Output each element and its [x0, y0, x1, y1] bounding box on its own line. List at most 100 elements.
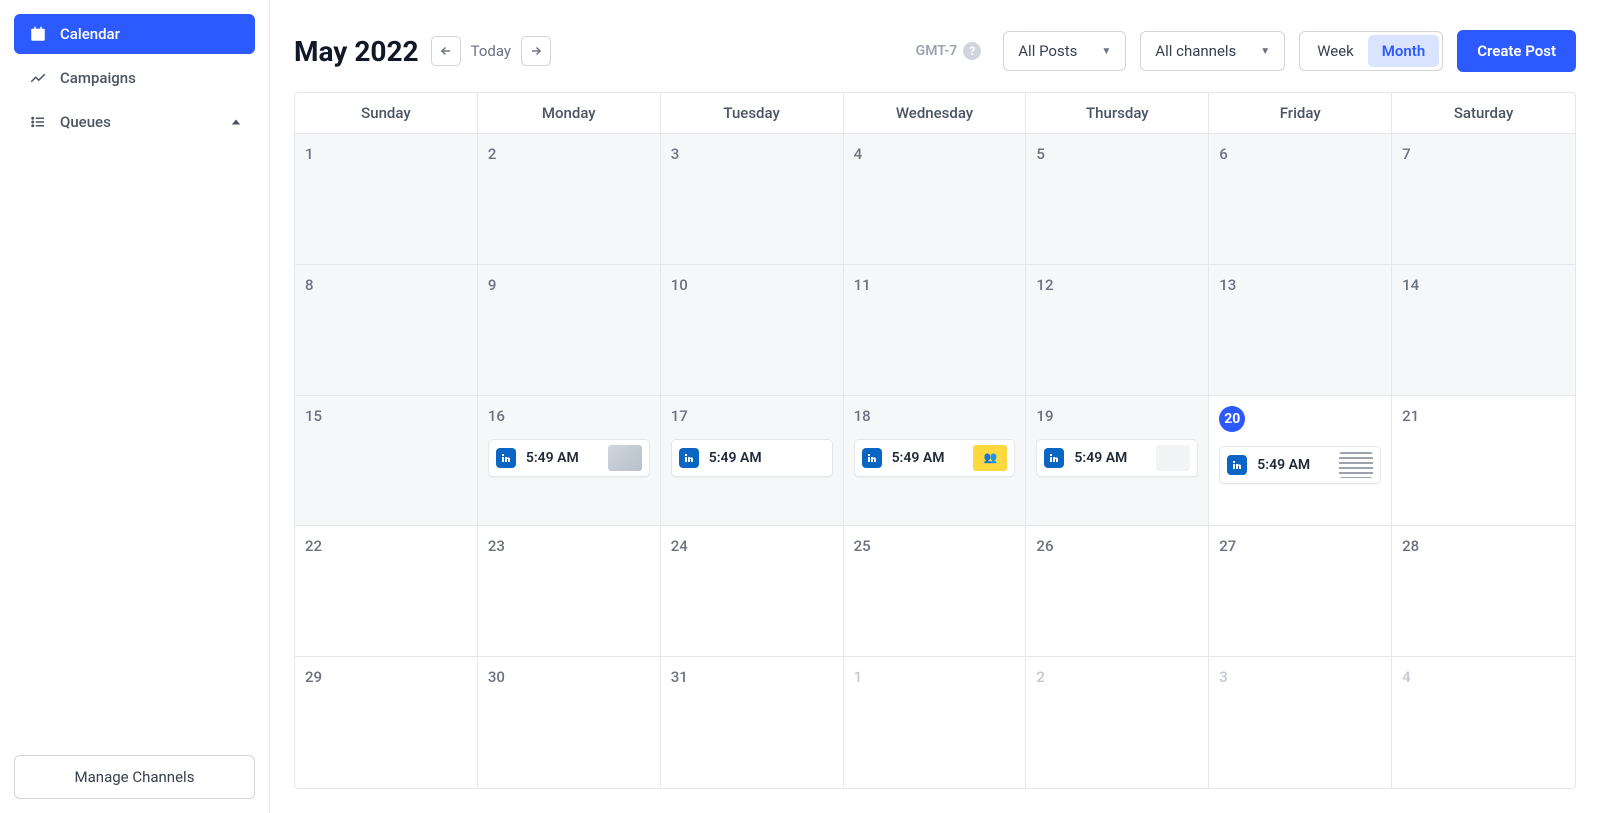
- linkedin-icon: [1227, 455, 1247, 475]
- create-post-button[interactable]: Create Post: [1457, 30, 1576, 72]
- filter-channels-dropdown[interactable]: All channels ▼: [1140, 31, 1285, 71]
- calendar-cell[interactable]: 2: [1026, 657, 1209, 788]
- calendar-cell[interactable]: 28: [1392, 526, 1575, 656]
- calendar-cell[interactable]: 27: [1209, 526, 1392, 656]
- calendar-cell[interactable]: 3: [661, 134, 844, 264]
- today-button[interactable]: Today: [471, 42, 511, 60]
- calendar-cell[interactable]: 205:49 AM: [1209, 396, 1392, 526]
- calendar-date-number: 9: [488, 276, 497, 294]
- calendar-date-number: 27: [1219, 537, 1236, 555]
- scheduled-post[interactable]: 5:49 AM: [1219, 446, 1381, 484]
- calendar-day-name: Friday: [1209, 93, 1392, 133]
- calendar-cell[interactable]: 21: [1392, 396, 1575, 526]
- calendar-date-number: 18: [854, 407, 871, 425]
- next-month-button[interactable]: [521, 36, 551, 66]
- calendar: SundayMondayTuesdayWednesdayThursdayFrid…: [294, 92, 1576, 789]
- calendar-cell[interactable]: 30: [478, 657, 661, 788]
- event-time: 5:49 AM: [892, 450, 974, 466]
- calendar-cell[interactable]: 23: [478, 526, 661, 656]
- chevron-down-icon: ▼: [1260, 46, 1270, 57]
- sidebar-nav: Calendar Campaigns Queues: [14, 14, 255, 755]
- scheduled-post[interactable]: 5:49 AM: [488, 439, 650, 477]
- calendar-date-number: 12: [1036, 276, 1053, 294]
- calendar-body: 123456789101112131415165:49 AM175:49 AM1…: [295, 134, 1575, 788]
- calendar-cell[interactable]: 22: [295, 526, 478, 656]
- calendar-cell[interactable]: 10: [661, 265, 844, 395]
- calendar-cell[interactable]: 11: [844, 265, 1027, 395]
- calendar-week: 8 9 10 11 12 13 14: [295, 265, 1575, 396]
- filter-posts-dropdown[interactable]: All Posts ▼: [1003, 31, 1126, 71]
- calendar-date-number: 2: [1036, 668, 1045, 686]
- calendar-date-number: 6: [1219, 145, 1228, 163]
- main: May 2022 Today GMT-7 ? All Posts ▼ All c…: [270, 0, 1600, 813]
- calendar-header: SundayMondayTuesdayWednesdayThursdayFrid…: [295, 93, 1575, 134]
- calendar-cell[interactable]: 6: [1209, 134, 1392, 264]
- calendar-date-number: 14: [1402, 276, 1419, 294]
- calendar-date-number: 22: [305, 537, 322, 555]
- calendar-cell[interactable]: 2: [478, 134, 661, 264]
- calendar-cell[interactable]: 16 5:49 AM: [478, 396, 661, 526]
- calendar-cell[interactable]: 15: [295, 396, 478, 526]
- calendar-day-name: Sunday: [295, 93, 478, 133]
- calendar-cell[interactable]: 4: [844, 134, 1027, 264]
- calendar-day-name: Tuesday: [661, 93, 844, 133]
- timezone-label: GMT-7 ?: [916, 42, 982, 60]
- view-month-button[interactable]: Month: [1368, 35, 1439, 67]
- calendar-date-number: 3: [671, 145, 680, 163]
- sidebar-item-calendar[interactable]: Calendar: [14, 14, 255, 54]
- calendar-cell[interactable]: 13: [1209, 265, 1392, 395]
- manage-channels-button[interactable]: Manage Channels: [14, 755, 255, 799]
- calendar-date-number: 30: [488, 668, 505, 686]
- prev-month-button[interactable]: [431, 36, 461, 66]
- calendar-cell[interactable]: 31: [661, 657, 844, 788]
- calendar-date-number: 8: [305, 276, 314, 294]
- calendar-date-number: 10: [671, 276, 688, 294]
- event-time: 5:49 AM: [1257, 457, 1339, 473]
- event-time: 5:49 AM: [1074, 450, 1156, 466]
- calendar-cell[interactable]: 5: [1026, 134, 1209, 264]
- sidebar-item-queues[interactable]: Queues: [14, 102, 255, 142]
- calendar-cell[interactable]: 24: [661, 526, 844, 656]
- calendar-date-number: 26: [1036, 537, 1053, 555]
- filter-posts-label: All Posts: [1018, 42, 1077, 60]
- linkedin-icon: [496, 448, 516, 468]
- calendar-cell[interactable]: 8: [295, 265, 478, 395]
- help-icon[interactable]: ?: [963, 42, 981, 60]
- calendar-cell[interactable]: 1: [844, 657, 1027, 788]
- calendar-cell[interactable]: 14: [1392, 265, 1575, 395]
- calendar-cell[interactable]: 29: [295, 657, 478, 788]
- calendar-cell[interactable]: 4: [1392, 657, 1575, 788]
- calendar-cell[interactable]: 175:49 AM: [661, 396, 844, 526]
- calendar-cell[interactable]: 26: [1026, 526, 1209, 656]
- scheduled-post[interactable]: 5:49 AM: [1036, 439, 1198, 477]
- calendar-date-number: 4: [854, 145, 863, 163]
- linkedin-icon: [1044, 448, 1064, 468]
- scheduled-post[interactable]: 5:49 AM: [671, 439, 833, 477]
- calendar-cell[interactable]: 12: [1026, 265, 1209, 395]
- header: May 2022 Today GMT-7 ? All Posts ▼ All c…: [294, 30, 1576, 72]
- manage-channels-label: Manage Channels: [75, 768, 195, 786]
- calendar-day-name: Monday: [478, 93, 661, 133]
- calendar-date-number: 13: [1219, 276, 1236, 294]
- scheduled-post[interactable]: 5:49 AM👥: [854, 439, 1016, 477]
- view-week-button[interactable]: Week: [1303, 35, 1368, 67]
- sidebar-item-campaigns[interactable]: Campaigns: [14, 58, 255, 98]
- sidebar-item-label: Calendar: [60, 25, 120, 43]
- calendar-date-number: 16: [488, 407, 505, 425]
- calendar-cell[interactable]: 7: [1392, 134, 1575, 264]
- calendar-cell[interactable]: 195:49 AM: [1026, 396, 1209, 526]
- event-thumbnail: [608, 445, 642, 471]
- calendar-cell[interactable]: 9: [478, 265, 661, 395]
- calendar-cell[interactable]: 3: [1209, 657, 1392, 788]
- calendar-cell[interactable]: 1: [295, 134, 478, 264]
- linkedin-icon: [862, 448, 882, 468]
- event-thumbnail: 👥: [973, 445, 1007, 471]
- queues-icon: [28, 112, 48, 132]
- calendar-date-number: 15: [305, 407, 322, 425]
- event-time: 5:49 AM: [526, 450, 608, 466]
- campaigns-icon: [28, 68, 48, 88]
- calendar-date-number: 7: [1402, 145, 1411, 163]
- calendar-cell[interactable]: 18 5:49 AM👥: [844, 396, 1027, 526]
- calendar-day-name: Saturday: [1392, 93, 1575, 133]
- calendar-cell[interactable]: 25: [844, 526, 1027, 656]
